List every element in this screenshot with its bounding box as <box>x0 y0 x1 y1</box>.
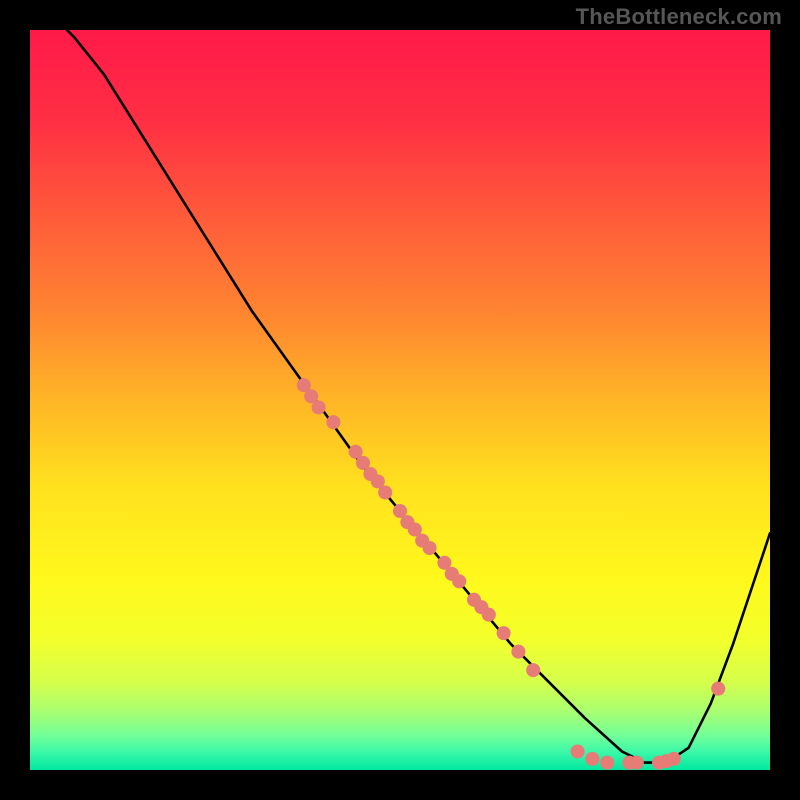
data-marker <box>511 645 525 659</box>
data-marker <box>630 756 644 770</box>
data-marker <box>600 756 614 770</box>
data-marker <box>585 752 599 766</box>
data-marker <box>711 682 725 696</box>
data-marker <box>378 485 392 499</box>
data-marker <box>326 415 340 429</box>
data-marker <box>452 574 466 588</box>
data-marker <box>312 400 326 414</box>
data-marker <box>482 608 496 622</box>
data-marker <box>497 626 511 640</box>
data-marker <box>423 541 437 555</box>
bottleneck-curve <box>30 30 770 763</box>
data-marker <box>571 744 585 758</box>
watermark-text: TheBottleneck.com <box>576 4 782 30</box>
data-markers <box>297 378 725 769</box>
data-marker <box>667 752 681 766</box>
curve-layer <box>30 30 770 770</box>
data-marker <box>526 663 540 677</box>
chart-container: TheBottleneck.com <box>0 0 800 800</box>
plot-area <box>30 30 770 770</box>
